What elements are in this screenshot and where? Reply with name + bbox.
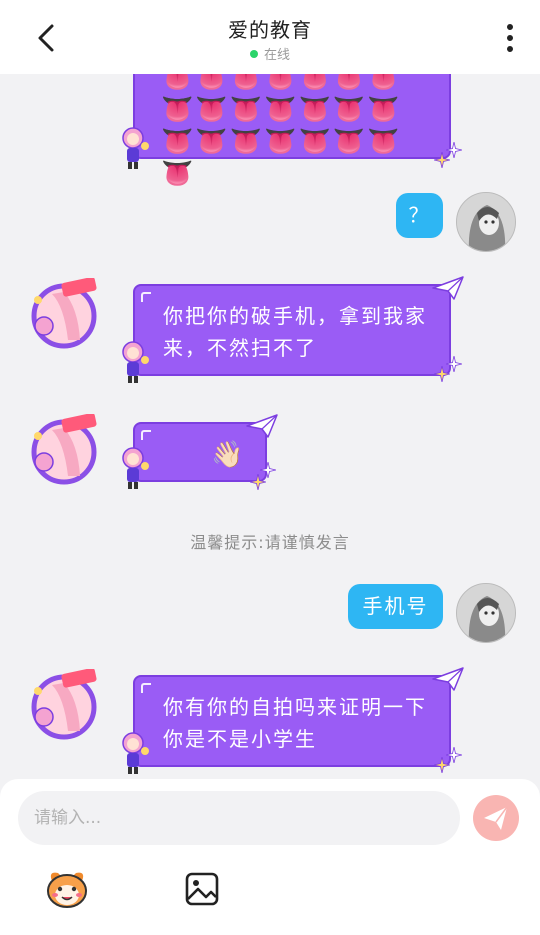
message-list[interactable]: 👅👅👅👅👅👅👅👅 👅👅👅👅👅👅👅👅 👅👅👅👅👅👅👅👅 ？ 你把你的破手机，拿到我…: [0, 74, 540, 779]
message-text: 你把你的破手机，拿到我家来，不然扫不了: [163, 304, 427, 360]
avatar[interactable]: [456, 583, 516, 643]
emoji-row: 👅👅👅👅👅👅👅👅: [161, 127, 402, 189]
avatar[interactable]: [28, 276, 100, 350]
message-bubble-received[interactable]: 你有你的自拍吗来证明一下你是不是小学生: [133, 675, 451, 767]
message-bubble-sent[interactable]: ？: [396, 193, 443, 238]
image-icon: [185, 872, 219, 906]
message-bubble-received[interactable]: 你把你的破手机，拿到我家来，不然扫不了: [133, 284, 451, 376]
message-bubble-received[interactable]: 👅👅👅👅👅👅👅👅 👅👅👅👅👅👅👅👅 👅👅👅👅👅👅👅👅: [133, 74, 451, 189]
paper-plane-icon: [432, 276, 464, 300]
anime-girl-sticker-icon: [122, 341, 149, 383]
online-status: 在线: [0, 44, 540, 63]
paper-plane-icon: [246, 414, 278, 438]
chat-title: 爱的教育: [228, 18, 312, 42]
online-dot: [249, 50, 258, 58]
image-button[interactable]: [184, 871, 220, 907]
sparkle-icon: [260, 462, 276, 478]
safety-notice: 温馨提示:请谨慎发言: [190, 533, 350, 552]
anime-girl-sticker-icon: [122, 732, 149, 774]
composer-panel: [0, 779, 540, 935]
friend-avatar-icon: [31, 412, 97, 485]
more-options-button[interactable]: [498, 20, 522, 56]
message-emoji: 👋🏻: [211, 440, 244, 470]
message-text: ？: [408, 203, 431, 227]
send-button[interactable]: [473, 795, 519, 841]
user-avatar-icon: [457, 584, 515, 642]
sparkle-icon: [446, 747, 462, 763]
anime-girl-sticker-icon: [122, 127, 149, 169]
avatar[interactable]: [28, 667, 100, 741]
chat-header: 爱的教育 在线: [0, 0, 540, 74]
user-avatar-icon: [457, 193, 515, 251]
message-text: 你有你的自拍吗来证明一下你是不是小学生: [163, 695, 427, 751]
friend-avatar-icon: [31, 667, 97, 740]
message-text: 手机号: [362, 594, 429, 618]
avatar[interactable]: [456, 192, 516, 252]
message-bubble-sent[interactable]: 手机号: [348, 584, 443, 629]
emoji-face-icon: [47, 872, 87, 908]
sparkle-icon: [446, 356, 462, 372]
online-status-text: 在线: [263, 48, 290, 63]
paper-plane-icon: [432, 667, 464, 691]
anime-girl-sticker-icon: [122, 447, 149, 489]
sparkle-icon: [446, 142, 462, 158]
friend-avatar-icon: [31, 276, 97, 349]
avatar[interactable]: [28, 412, 100, 486]
message-input-wrapper[interactable]: [18, 791, 460, 845]
message-input[interactable]: [34, 791, 444, 845]
send-icon: [484, 806, 508, 830]
more-vertical-icon: [507, 24, 513, 52]
emoji-button[interactable]: [44, 867, 90, 909]
